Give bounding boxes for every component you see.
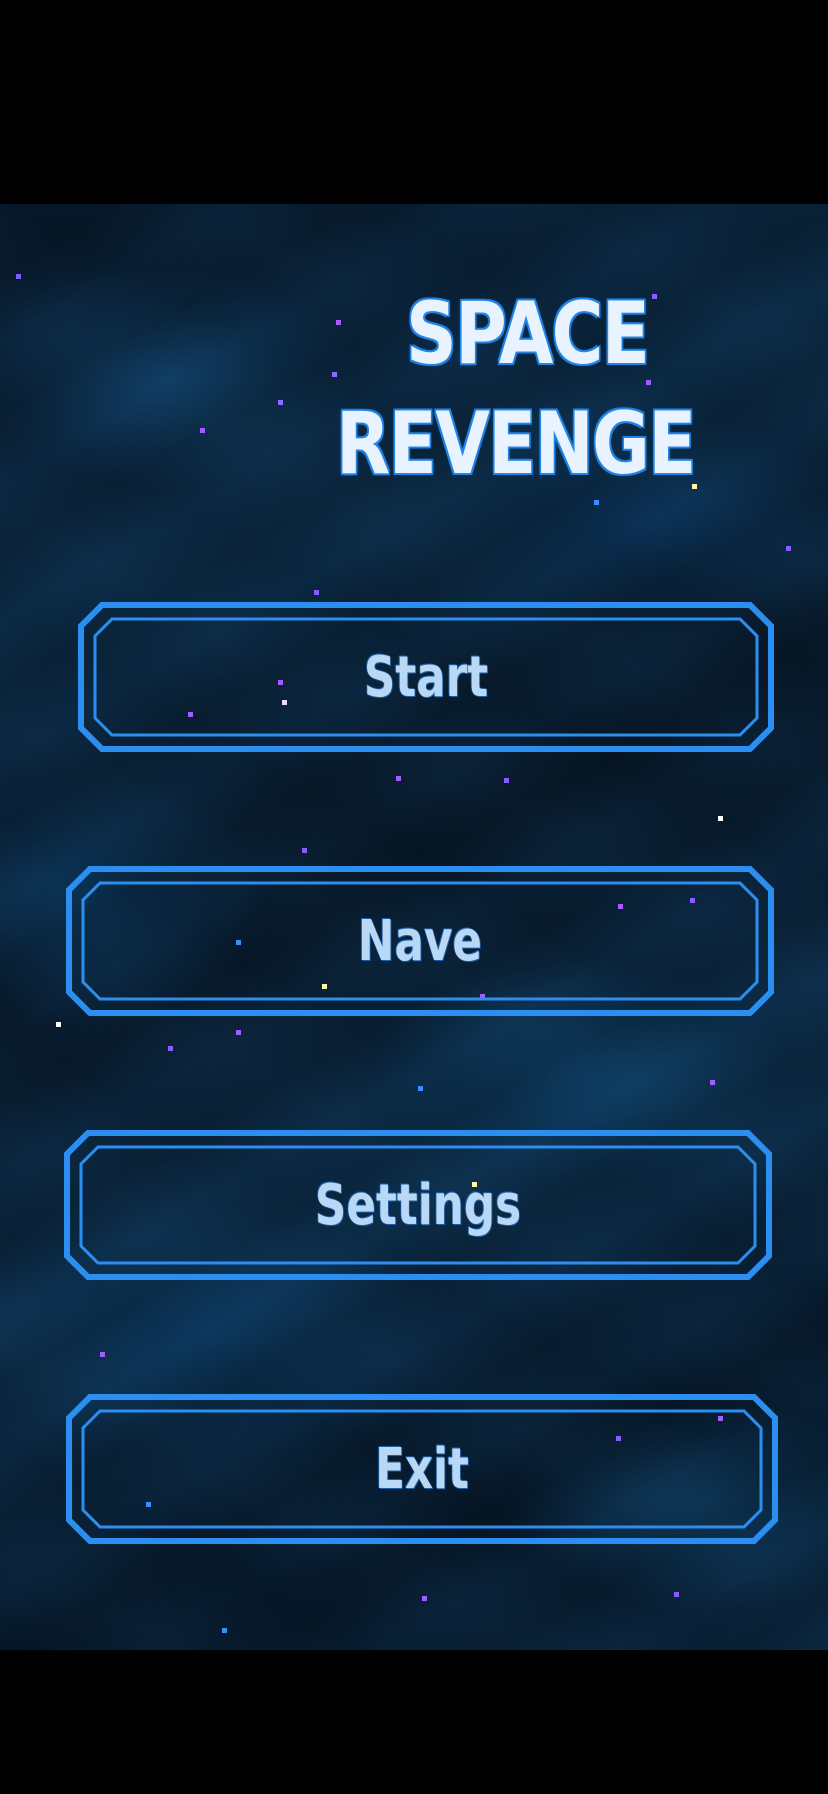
start-button-label: Start [363,644,489,710]
star [786,546,791,551]
exit-button-label: Exit [375,1436,469,1502]
star [314,590,319,595]
navigation-bar-area [0,1650,828,1794]
start-button[interactable]: Start [78,602,774,752]
star [422,1596,427,1601]
exit-button[interactable]: Exit [66,1394,778,1544]
nave-button-label: Nave [357,908,483,974]
star [332,372,337,377]
star [16,274,21,279]
star [396,776,401,781]
settings-button-label: Settings [314,1172,522,1238]
star [168,1046,173,1051]
star [100,1352,105,1357]
game-title-line1: SPACE [406,284,650,384]
star [302,848,307,853]
game-background: SPACE REVENGE Start Nave Settings Exit [0,204,828,1650]
star [418,1086,423,1091]
star [504,778,509,783]
star [278,400,283,405]
star [674,1592,679,1597]
star [56,1022,61,1027]
star [236,1030,241,1035]
status-bar-area [0,0,828,204]
star [718,816,723,821]
star [594,500,599,505]
nave-button[interactable]: Nave [66,866,774,1016]
star [222,1628,227,1633]
star [200,428,205,433]
star [710,1080,715,1085]
game-title-line2: REVENGE [336,394,696,494]
star [336,320,341,325]
settings-button[interactable]: Settings [64,1130,772,1280]
